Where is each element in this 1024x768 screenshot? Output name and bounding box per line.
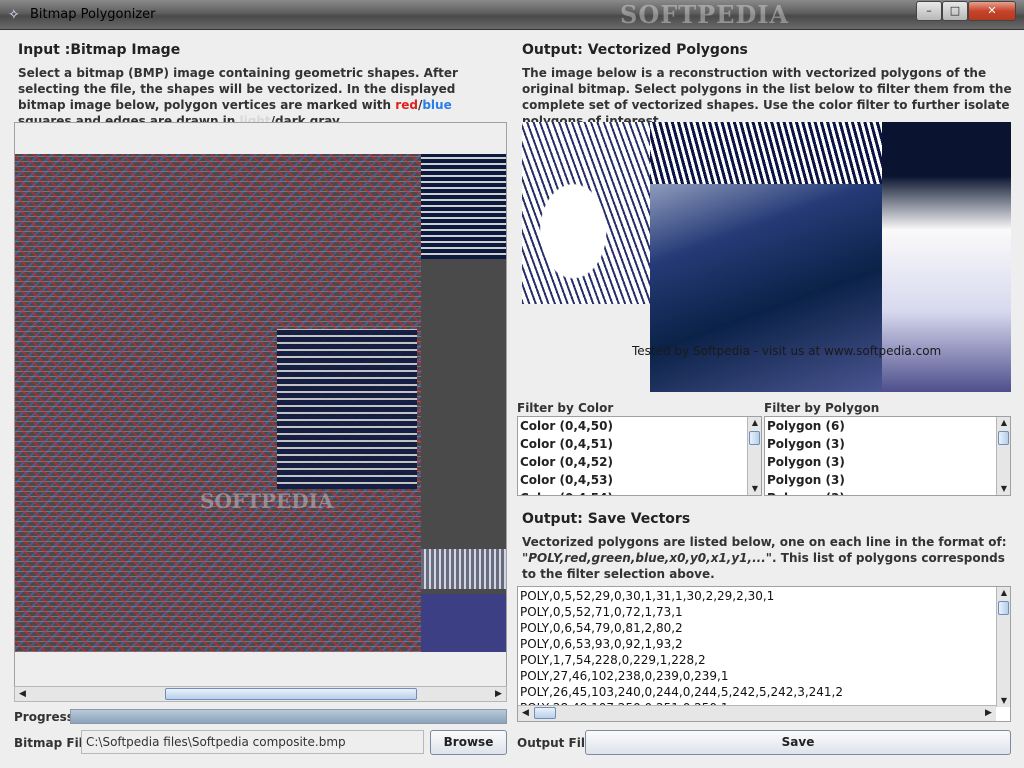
output-description: The image below is a reconstruction with… — [522, 66, 1012, 128]
scroll-left-icon[interactable]: ◀ — [15, 687, 30, 701]
input-description: Select a bitmap (BMP) image containing g… — [18, 65, 498, 129]
scroll-up-icon[interactable]: ▲ — [748, 417, 761, 429]
app-icon: ✧ — [8, 7, 20, 23]
polygon-list-scrollbar[interactable]: ▲ ▼ — [996, 417, 1010, 495]
filter-color-label: Filter by Color — [517, 401, 614, 415]
close-button[interactable]: ✕ — [968, 1, 1016, 21]
minimize-icon: – — [926, 4, 932, 17]
polygon-list-item[interactable]: Polygon (3) — [765, 453, 1010, 471]
scrollbar-thumb[interactable] — [534, 707, 556, 719]
app-window: ✧ Bitmap Polygonizer SOFTPEDIA – □ ✕ Inp… — [0, 0, 1024, 768]
save-button[interactable]: Save — [585, 730, 1011, 755]
polygon-filter-list[interactable]: Polygon (6) Polygon (3) Polygon (3) Polygon… — [764, 416, 1011, 496]
scroll-down-icon[interactable]: ▼ — [748, 483, 761, 495]
polygon-list-item[interactable]: Polygon (3) — [765, 435, 1010, 453]
polygon-rows: Polygon (6) Polygon (3) Polygon (3) Polygon… — [765, 417, 1010, 495]
browse-button[interactable]: Browse — [430, 730, 507, 755]
bitmap-shape — [277, 329, 417, 489]
scrollbar-thumb[interactable] — [165, 688, 417, 700]
vector-text-horizontal-scrollbar[interactable]: ◀ ▶ — [518, 705, 996, 721]
progress-label: Progress: — [14, 710, 79, 724]
vector-text-scrollbar[interactable]: ▲ ▼ — [996, 587, 1010, 707]
bitmap-strip-bottom — [421, 594, 506, 652]
scroll-left-icon[interactable]: ◀ — [518, 706, 533, 720]
bitmap-strip — [421, 154, 506, 652]
color-list-scrollbar[interactable]: ▲ ▼ — [747, 417, 761, 495]
window-title: Bitmap Polygonizer — [30, 7, 156, 22]
output-heading: Output: Vectorized Polygons — [522, 42, 748, 58]
scroll-down-icon[interactable]: ▼ — [997, 695, 1010, 707]
vector-lines: POLY,0,5,52,29,0,30,1,31,1,30,2,29,2,30,… — [518, 587, 1010, 716]
close-icon: ✕ — [987, 4, 997, 17]
input-desc-blue: blue — [422, 98, 452, 112]
polygon-list-item[interactable]: Polygon (6) — [765, 417, 1010, 435]
scroll-up-icon[interactable]: ▲ — [997, 417, 1010, 429]
scroll-right-icon[interactable]: ▶ — [491, 687, 506, 701]
save-description: Vectorized polygons are listed below, on… — [522, 534, 1012, 582]
vector-line: POLY,26,45,103,240,0,244,0,244,5,242,5,2… — [520, 685, 843, 699]
vector-line: POLY,27,46,102,238,0,239,0,239,1 — [520, 669, 729, 683]
bitmap-image: SOFTPEDIA — [15, 154, 421, 652]
vector-line: POLY,0,6,53,93,0,92,1,93,2 — [520, 637, 683, 651]
scroll-right-icon[interactable]: ▶ — [981, 706, 996, 720]
save-heading: Output: Save Vectors — [522, 511, 691, 527]
minimize-button[interactable]: – — [916, 1, 942, 21]
filter-polygon-label: Filter by Polygon — [764, 401, 880, 415]
bitmap-file-field[interactable]: C:\Softpedia files\Softpedia composite.b… — [81, 730, 424, 754]
color-filter-list[interactable]: Color (0,4,50) Color (0,4,51) Color (0,4,5… — [517, 416, 762, 496]
vector-output-text[interactable]: POLY,0,5,52,29,0,30,1,31,1,30,2,29,2,30,… — [517, 586, 1011, 722]
color-list-item[interactable]: Color (0,4,53) — [518, 471, 761, 489]
scrollbar-thumb[interactable] — [998, 601, 1009, 615]
maximize-icon: □ — [949, 4, 961, 17]
polygon-list-item[interactable]: Polygon (3) — [765, 471, 1010, 489]
bitmap-strip-middle — [421, 549, 506, 589]
color-list-item[interactable]: Color (0,4,51) — [518, 435, 761, 453]
save-desc-format: POLY,red,green,blue,x0,y0,x1,y1,... — [528, 551, 766, 565]
vector-line: POLY,0,6,54,79,0,81,2,80,2 — [520, 621, 683, 635]
color-list-item[interactable]: Color (0,4,50) — [518, 417, 761, 435]
scrollbar-thumb[interactable] — [998, 431, 1009, 445]
bitmap-strip-top — [421, 154, 506, 259]
vector-region-left — [522, 122, 650, 304]
client-area: Input :Bitmap Image Select a bitmap (BMP… — [6, 30, 1018, 762]
vector-line: POLY,0,5,52,29,0,30,1,31,1,30,2,29,2,30,… — [520, 589, 775, 603]
scroll-down-icon[interactable]: ▼ — [997, 483, 1010, 495]
input-desc-red: red — [395, 98, 418, 112]
vector-line: POLY,1,7,54,228,0,229,1,228,2 — [520, 653, 706, 667]
vector-line: POLY,0,5,52,71,0,72,1,73,1 — [520, 605, 683, 619]
scroll-up-icon[interactable]: ▲ — [997, 587, 1010, 599]
title-bar[interactable]: ✧ Bitmap Polygonizer SOFTPEDIA – □ ✕ — [0, 0, 1024, 30]
vectorized-image: Tested by Softpedia - visit us at www.so… — [522, 122, 1011, 392]
color-rows: Color (0,4,50) Color (0,4,51) Color (0,4,5… — [518, 417, 761, 495]
maximize-button[interactable]: □ — [942, 1, 968, 21]
color-list-item[interactable]: Color (0,4,52) — [518, 453, 761, 471]
bitmap-horizontal-scrollbar[interactable]: ◀ ▶ — [14, 686, 507, 702]
input-desc-part1: Select a bitmap (BMP) image containing g… — [18, 66, 458, 112]
bitmap-watermark: SOFTPEDIA — [200, 489, 334, 513]
color-list-item[interactable]: Color (0,4,54) — [518, 489, 761, 495]
bitmap-view[interactable]: SOFTPEDIA — [14, 122, 507, 688]
input-heading: Input :Bitmap Image — [18, 42, 181, 58]
scrollbar-thumb[interactable] — [749, 431, 760, 445]
vector-region-center-noise — [650, 122, 882, 184]
polygon-list-item[interactable]: Polygon (3) — [765, 489, 1010, 495]
title-watermark: SOFTPEDIA — [620, 0, 790, 29]
progress-bar — [70, 709, 507, 724]
vectorized-image-caption: Tested by Softpedia - visit us at www.so… — [632, 344, 942, 358]
progress-fill — [71, 710, 506, 723]
